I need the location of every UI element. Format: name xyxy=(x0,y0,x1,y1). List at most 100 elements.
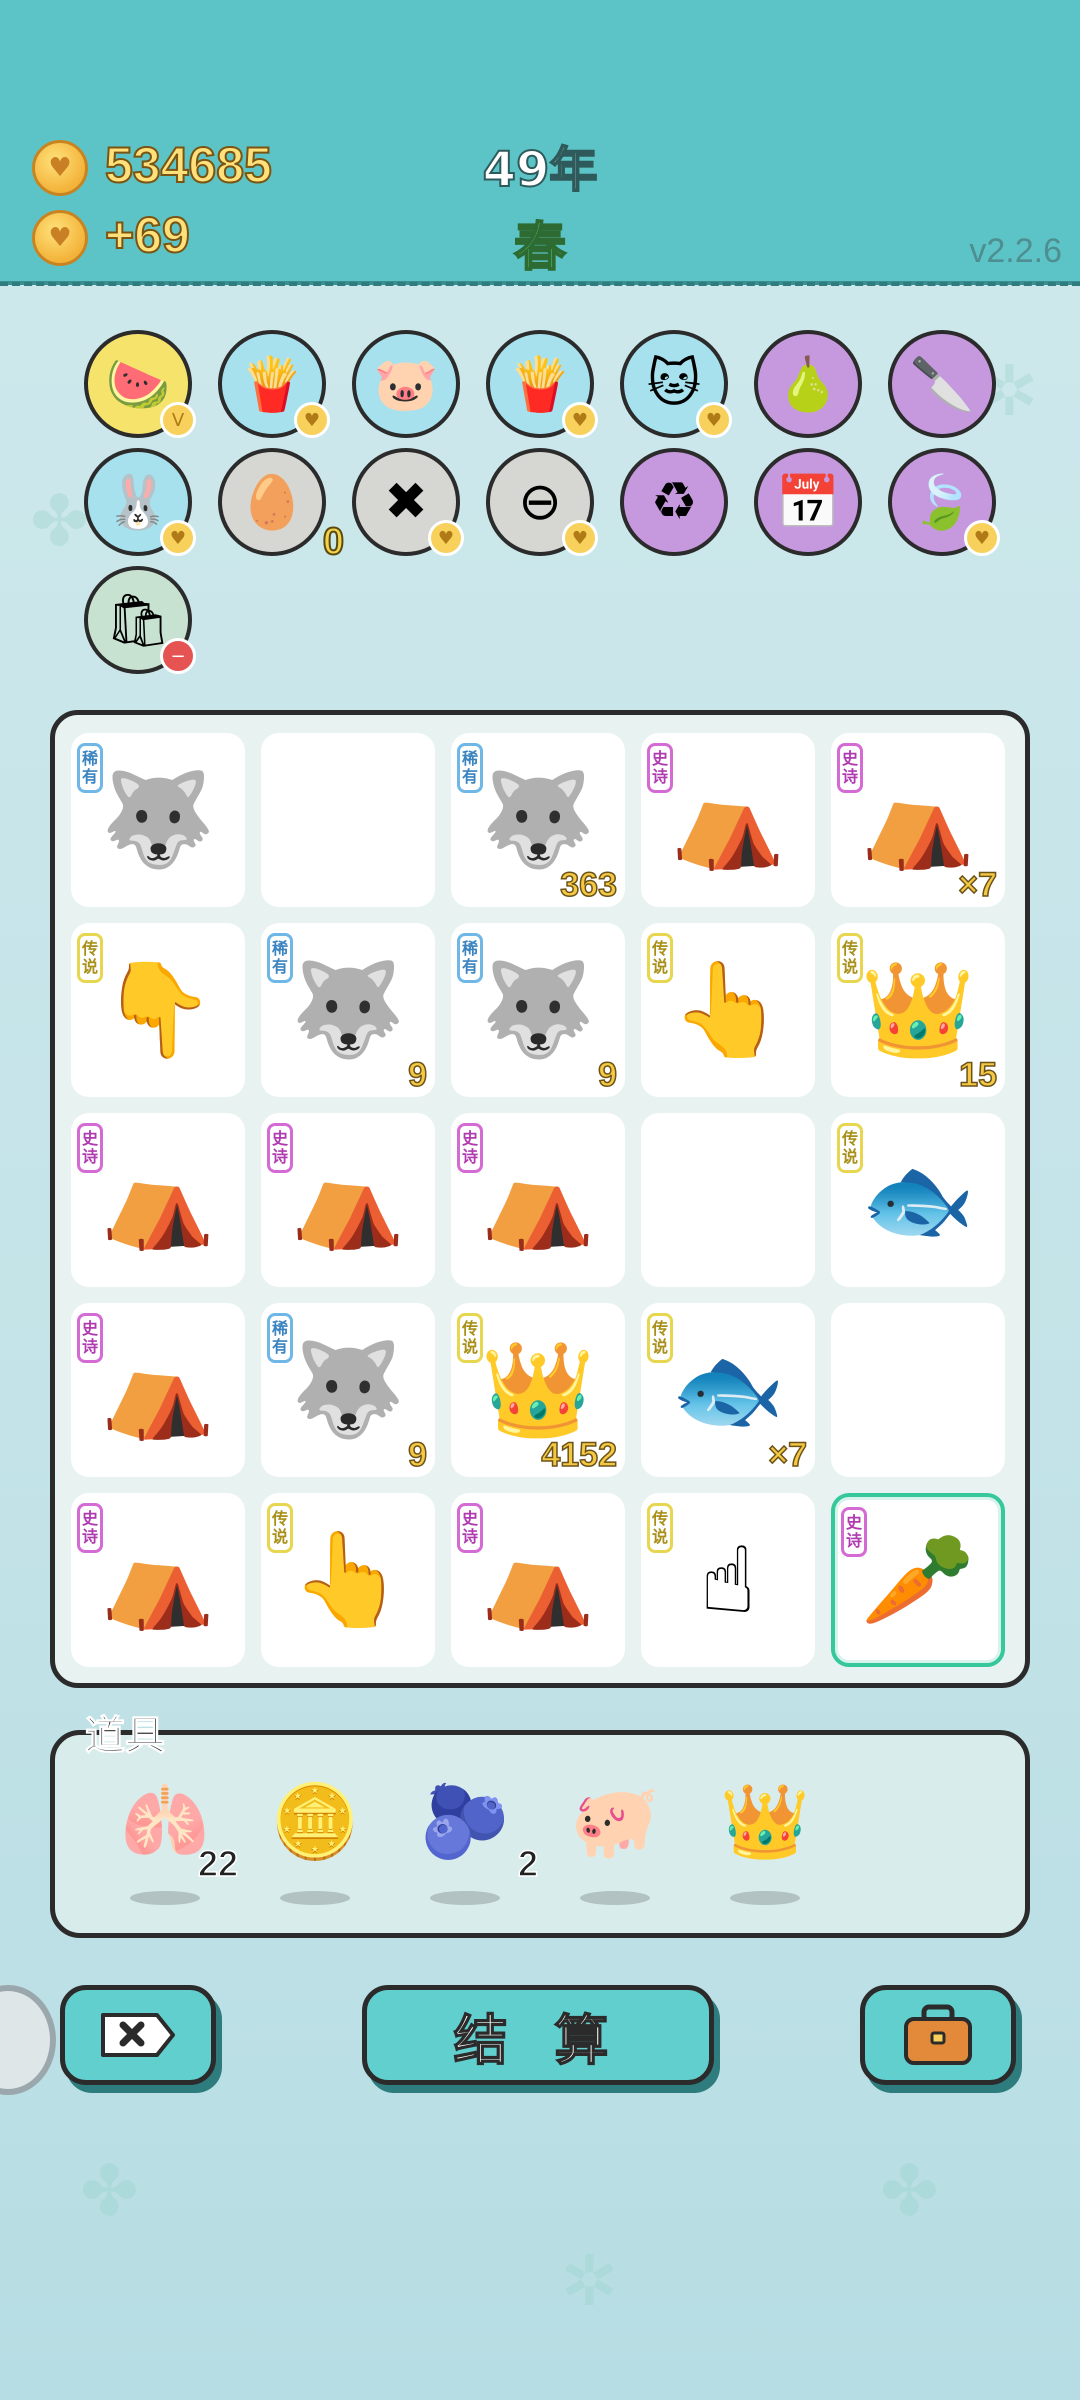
rarity-tag: 传说 xyxy=(837,1123,863,1173)
board-slot-rabbit-tent[interactable]: ⛺ 史诗 xyxy=(261,1113,435,1287)
slot-count: 15 xyxy=(958,1055,997,1095)
rabbit-tent-icon: ⛺ xyxy=(100,1526,216,1633)
upgrade-badge: ♥ xyxy=(964,520,1000,556)
egg-tray-upgrade-icon[interactable]: 🥚 0 xyxy=(218,448,345,564)
upgrade-badge: ♥ xyxy=(428,520,464,556)
board-slot-rabbit-tent[interactable]: ⛺ 史诗 xyxy=(451,1113,625,1287)
blueberry-item[interactable]: 🫐 2 xyxy=(410,1779,539,1905)
board-slot-empty[interactable] xyxy=(831,1303,1005,1477)
slot-board: 🐺 稀有 🐺 稀有 363 ⛺ 史诗 ⛺ 史诗 ×7 👇 传说 🐺 稀有 9 🐺 稀有 9 👆 传说 👑 传说 15 ⛺ 史诗 ⛺… xyxy=(50,710,1030,1688)
pointing-hand-icon: 👆 xyxy=(290,1526,406,1633)
board-slot-husky[interactable]: 🐺 稀有 9 xyxy=(261,923,435,1097)
board-slot-husky[interactable]: 🐺 稀有 9 xyxy=(451,923,625,1097)
crown-item[interactable]: 👑 xyxy=(710,1779,820,1905)
board-slot-crowned-husky[interactable]: 👑 传说 4152 xyxy=(451,1303,625,1477)
fries-upgrade-icon[interactable]: 🍟 ♥ xyxy=(218,330,330,438)
rabbit-tent-icon: ⛺ xyxy=(480,1526,596,1633)
board-slot-pointing-hand[interactable]: 👆 传说 xyxy=(641,923,815,1097)
remove-tag-upgrade-icon[interactable]: ✖ ♥ xyxy=(352,448,464,556)
cleaver-icon: 🔪 xyxy=(909,354,975,415)
board-slot-rabbit-tent[interactable]: ⛺ 史诗 xyxy=(71,1113,245,1287)
minus-circle-upgrade-icon[interactable]: ⊖ ♥ xyxy=(486,448,598,556)
upgrade-badge: ♥ xyxy=(696,402,732,438)
slot-count: 4152 xyxy=(541,1435,618,1475)
items-panel: 🫁 22 🪙 🫐 2 🐖 👑 xyxy=(50,1730,1030,1938)
calendar-upgrade-icon[interactable]: 📅 xyxy=(754,448,862,556)
recycle-icon: ♻ xyxy=(650,472,698,532)
cleaver-upgrade-icon[interactable]: 🔪 xyxy=(888,330,996,438)
rarity-tag: 传说 xyxy=(267,1503,293,1553)
board-slot-crowned-husky[interactable]: 👑 传说 15 xyxy=(831,923,1005,1097)
pointing-hand-icon: 👇 xyxy=(100,956,216,1063)
board-slot-empty[interactable] xyxy=(261,733,435,907)
husky-icon: 🐺 xyxy=(480,956,596,1063)
piggy-bank-icon: 🐖 xyxy=(570,1779,660,1863)
leaf-upgrade-icon[interactable]: 🍃 ♥ xyxy=(888,448,1000,556)
dollar-coin-icon: 🪙 xyxy=(270,1779,360,1863)
rabbit-tent-icon: ⛺ xyxy=(290,1146,406,1253)
slot-count: 363 xyxy=(560,865,618,905)
rabbit-tent-icon: ⛺ xyxy=(100,1146,216,1253)
rarity-tag: 史诗 xyxy=(841,1507,867,1557)
pomelo-upgrade-icon[interactable]: 🍐 xyxy=(754,330,862,438)
liver-icon: 🫁 xyxy=(120,1779,210,1863)
board-slot-husky[interactable]: 🐺 稀有 363 xyxy=(451,733,625,907)
board-slot-koi-fish[interactable]: 🐟 传说 xyxy=(831,1113,1005,1287)
rarity-tag: 传说 xyxy=(647,933,673,983)
rarity-tag: 史诗 xyxy=(77,1503,103,1553)
side-avatar[interactable] xyxy=(0,1985,56,2095)
rabbit-upgrade-icon[interactable]: 🐰 ♥ xyxy=(84,448,196,556)
board-slot-rabbit-tent[interactable]: ⛺ 史诗 xyxy=(641,733,815,907)
inventory-button[interactable] xyxy=(860,1985,1016,2085)
rarity-tag: 史诗 xyxy=(457,1503,483,1553)
pointing-hand-icon: ☝ xyxy=(699,1526,757,1634)
background-decoration: ✤ xyxy=(880,2150,939,2232)
recycle-upgrade-icon[interactable]: ♻ xyxy=(620,448,728,556)
koi-fish-icon: 🐟 xyxy=(860,1146,976,1253)
item-shadow xyxy=(730,1891,800,1905)
board-slot-rabbit-tent[interactable]: ⛺ 史诗 xyxy=(451,1493,625,1667)
piggy-bank-upgrade-icon[interactable]: 🐷 xyxy=(352,330,460,438)
remove-button[interactable] xyxy=(60,1985,216,2085)
bag-upgrade-icon[interactable]: 🛍 − xyxy=(84,566,196,674)
fruit-basket-upgrade-icon[interactable]: 🍉 V xyxy=(84,330,196,438)
rarity-tag: 传说 xyxy=(837,933,863,983)
rarity-tag: 传说 xyxy=(77,933,103,983)
pointing-hand-icon: 👆 xyxy=(670,956,786,1063)
board-slot-pointing-hand[interactable]: ☝ 传说 xyxy=(641,1493,815,1667)
dollar-coin-item[interactable]: 🪙 xyxy=(260,1779,370,1905)
crown-icon: 👑 xyxy=(720,1779,810,1863)
leaf-icon: 🍃 xyxy=(909,472,975,533)
board-slot-rabbit-tent[interactable]: ⛺ 史诗 ×7 xyxy=(831,733,1005,907)
board-slot-rabbit-tent[interactable]: ⛺ 史诗 xyxy=(71,1493,245,1667)
background-decoration: ✲ xyxy=(560,2240,619,2322)
header-divider xyxy=(0,282,1080,286)
husky-icon: 🐺 xyxy=(100,766,216,873)
board-slot-pointing-hand[interactable]: 👇 传说 xyxy=(71,923,245,1097)
coin-income: +69 xyxy=(104,206,191,264)
cat-head-upgrade-icon[interactable]: 🐱 ♥ xyxy=(620,330,732,438)
board-slot-husky[interactable]: 🐺 稀有 9 xyxy=(261,1303,435,1477)
board-slot-pointing-hand[interactable]: 👆 传说 xyxy=(261,1493,435,1667)
rarity-tag: 史诗 xyxy=(837,743,863,793)
background-decoration: ✤ xyxy=(30,480,89,562)
liver-item[interactable]: 🫁 22 xyxy=(110,1779,239,1905)
fries-upgrade-icon[interactable]: 🍟 ♥ xyxy=(486,330,598,438)
heart-coin-icon: ♥ xyxy=(32,210,88,266)
board-slot-carrot[interactable]: 🥕 史诗 xyxy=(831,1493,1005,1667)
rarity-tag: 史诗 xyxy=(77,1313,103,1363)
board-slot-husky[interactable]: 🐺 稀有 xyxy=(71,733,245,907)
piggy-bank-item[interactable]: 🐖 xyxy=(560,1779,670,1905)
upgrade-count: 0 xyxy=(322,520,345,564)
settle-button[interactable]: 结 算 xyxy=(362,1985,714,2085)
rabbit-icon: 🐰 xyxy=(105,472,171,533)
husky-icon: 🐺 xyxy=(290,1336,406,1443)
koi-fish-icon: 🐟 xyxy=(670,1336,786,1443)
bag-icon: 🛍 xyxy=(104,590,171,651)
slot-count: 9 xyxy=(597,1055,617,1095)
board-slot-rabbit-tent[interactable]: ⛺ 史诗 xyxy=(71,1303,245,1477)
item-shadow xyxy=(130,1891,200,1905)
board-slot-koi-fish[interactable]: 🐟 传说 ×7 xyxy=(641,1303,815,1477)
board-slot-empty[interactable] xyxy=(641,1113,815,1287)
crowned-husky-icon: 👑 xyxy=(480,1336,596,1443)
